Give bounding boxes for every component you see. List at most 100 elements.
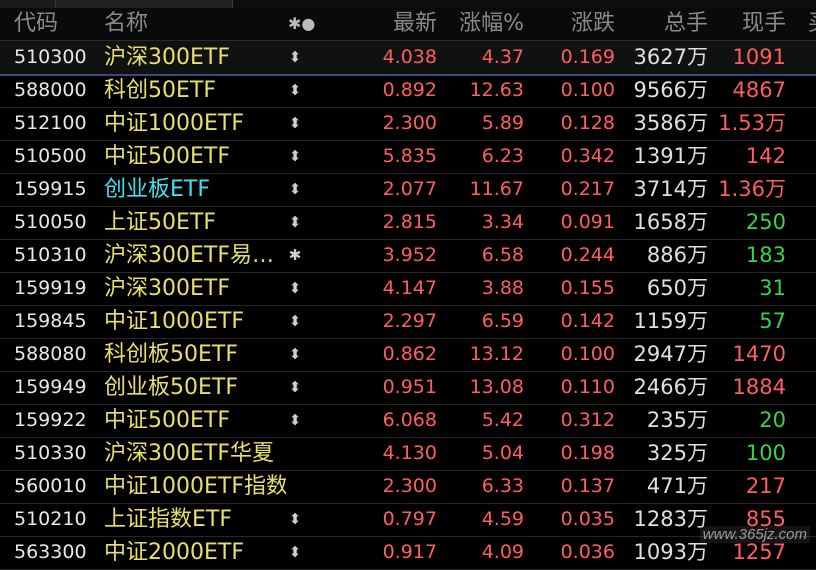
row-price: 2.815: [382, 211, 437, 233]
row-volume: 1283万: [633, 507, 708, 531]
table-row[interactable]: 159949 创业板50ETF ⬍ 0.951 13.08 0.110 2466万 1884: [0, 371, 816, 405]
row-change: 0.155: [560, 277, 615, 299]
header-current[interactable]: 现手: [742, 8, 786, 40]
row-current-volume: 1.36万: [718, 177, 786, 201]
row-current-volume: 1470: [732, 342, 786, 366]
row-current-volume: 1.53万: [718, 111, 786, 135]
row-current-volume: 250: [745, 210, 786, 234]
row-price: 4.038: [382, 46, 437, 68]
table-row[interactable]: 588080 科创板50ETF ⬍ 0.862 13.12 0.100 2947万 1470: [0, 338, 816, 372]
table-row[interactable]: 159845 中证1000ETF ⬍ 2.297 6.59 0.142 1159万 57: [0, 305, 816, 339]
table-row[interactable]: 512100 中证1000ETF ⬍ 2.300 5.89 0.128 3586万 1.53万: [0, 107, 816, 141]
row-code: 510310: [14, 244, 87, 266]
row-price: 2.077: [382, 178, 437, 200]
row-price: 4.130: [382, 442, 437, 464]
row-change-pct: 6.33: [481, 475, 524, 497]
row-price: 0.862: [382, 343, 437, 365]
tab-strip: [0, 0, 816, 8]
row-flag-icon: ⬍: [288, 411, 302, 429]
header-name[interactable]: 名称: [104, 8, 148, 40]
row-volume: 3627万: [633, 45, 708, 69]
row-volume: 2947万: [633, 342, 708, 366]
row-change: 0.137: [560, 475, 615, 497]
row-volume: 886万: [646, 243, 708, 267]
tab-2[interactable]: [56, 0, 233, 8]
row-change-pct: 13.08: [469, 376, 524, 398]
row-name: 中证1000ETF指数: [104, 474, 286, 499]
table-row[interactable]: 563300 中证2000ETF ⬍ 0.917 4.09 0.036 1093万 1257: [0, 536, 816, 570]
row-volume: 2466万: [633, 375, 708, 399]
table-row[interactable]: 159919 沪深300ETF ⬍ 4.147 3.88 0.155 650万 31: [0, 272, 816, 306]
table-header: 代码 名称 ✱● 最新 涨幅% 涨跌 总手 现手 买: [0, 8, 816, 41]
header-price[interactable]: 最新: [393, 8, 437, 40]
row-volume: 1658万: [633, 210, 708, 234]
row-change: 0.110: [560, 376, 615, 398]
row-name: 创业板ETF: [104, 177, 210, 202]
row-code: 510300: [14, 46, 87, 68]
tab-3[interactable]: [233, 0, 816, 8]
row-flag-icon: ⬍: [288, 81, 302, 99]
table-row[interactable]: 159915 创业板ETF ⬍ 2.077 11.67 0.217 3714万 1.36万: [0, 173, 816, 207]
row-current-volume: 183: [745, 243, 786, 267]
row-code: 159845: [14, 310, 87, 332]
row-change-pct: 13.12: [469, 343, 524, 365]
row-name: 科创板50ETF: [104, 342, 238, 367]
row-price: 4.147: [382, 277, 437, 299]
table-row[interactable]: 510310 沪深300ETF易… ✱ 3.952 6.58 0.244 886万 183: [0, 239, 816, 273]
row-change: 0.342: [560, 145, 615, 167]
row-flag-icon: ⬍: [288, 378, 302, 396]
row-change: 0.100: [560, 343, 615, 365]
row-volume: 3586万: [633, 111, 708, 135]
header-pct[interactable]: 涨幅%: [459, 8, 524, 40]
header-volume[interactable]: 总手: [664, 8, 708, 40]
table-row[interactable]: 510330 沪深300ETF华夏 4.130 5.04 0.198 325万 100: [0, 437, 816, 471]
row-flag-icon: ⬍: [288, 510, 302, 528]
row-current-volume: 57: [759, 309, 786, 333]
row-code: 159922: [14, 409, 87, 431]
table-row[interactable]: 159922 中证500ETF ⬍ 6.068 5.42 0.312 235万 20: [0, 404, 816, 438]
table-row[interactable]: 510050 上证50ETF ⬍ 2.815 3.34 0.091 1658万 250: [0, 206, 816, 240]
row-volume: 1159万: [633, 309, 708, 333]
row-flag-icon: ⬍: [288, 279, 302, 297]
row-code: 560010: [14, 475, 87, 497]
header-code[interactable]: 代码: [14, 8, 58, 40]
header-change[interactable]: 涨跌: [571, 8, 615, 40]
row-change: 0.169: [560, 46, 615, 68]
row-flag-icon: ✱: [288, 246, 302, 264]
row-flag-icon: ⬍: [288, 114, 302, 132]
row-price: 6.068: [382, 409, 437, 431]
row-change: 0.312: [560, 409, 615, 431]
table-row[interactable]: 510210 上证指数ETF ⬍ 0.797 4.59 0.035 1283万 855: [0, 503, 816, 537]
table-row[interactable]: 510300 沪深300ETF ⬍ 4.038 4.37 0.169 3627万 1091: [0, 41, 816, 76]
row-change-pct: 5.04: [481, 442, 524, 464]
row-change: 0.142: [560, 310, 615, 332]
row-change-pct: 12.63: [469, 79, 524, 101]
table-row[interactable]: 560010 中证1000ETF指数 2.300 6.33 0.137 471万 217: [0, 470, 816, 504]
row-price: 0.892: [382, 79, 437, 101]
row-price: 2.300: [382, 475, 437, 497]
row-name: 中证1000ETF: [104, 309, 244, 334]
row-name: 上证50ETF: [104, 210, 216, 235]
row-current-volume: 4867: [732, 78, 786, 102]
tab-1[interactable]: [0, 0, 56, 8]
sort-toggle-icon[interactable]: ✱●: [288, 8, 315, 40]
row-volume: 3714万: [633, 177, 708, 201]
header-edge[interactable]: 买: [808, 8, 816, 40]
row-current-volume: 20: [759, 408, 786, 432]
row-code: 510050: [14, 211, 87, 233]
row-price: 2.297: [382, 310, 437, 332]
table-row[interactable]: 588000 科创50ETF ⬍ 0.892 12.63 0.100 9566万 4867: [0, 74, 816, 108]
row-current-volume: 31: [759, 276, 786, 300]
row-price: 2.300: [382, 112, 437, 134]
row-name: 中证1000ETF: [104, 111, 244, 136]
row-change: 0.100: [560, 79, 615, 101]
table-row[interactable]: 510500 中证500ETF ⬍ 5.835 6.23 0.342 1391万 142: [0, 140, 816, 174]
row-change-pct: 3.34: [481, 211, 524, 233]
row-change-pct: 4.59: [481, 508, 524, 530]
row-flag-icon: [283, 470, 307, 503]
row-code: 510330: [14, 442, 87, 464]
row-code: 588000: [14, 79, 87, 101]
row-name: 中证500ETF: [104, 408, 230, 433]
row-name: 中证500ETF: [104, 144, 230, 169]
row-change: 0.244: [560, 244, 615, 266]
